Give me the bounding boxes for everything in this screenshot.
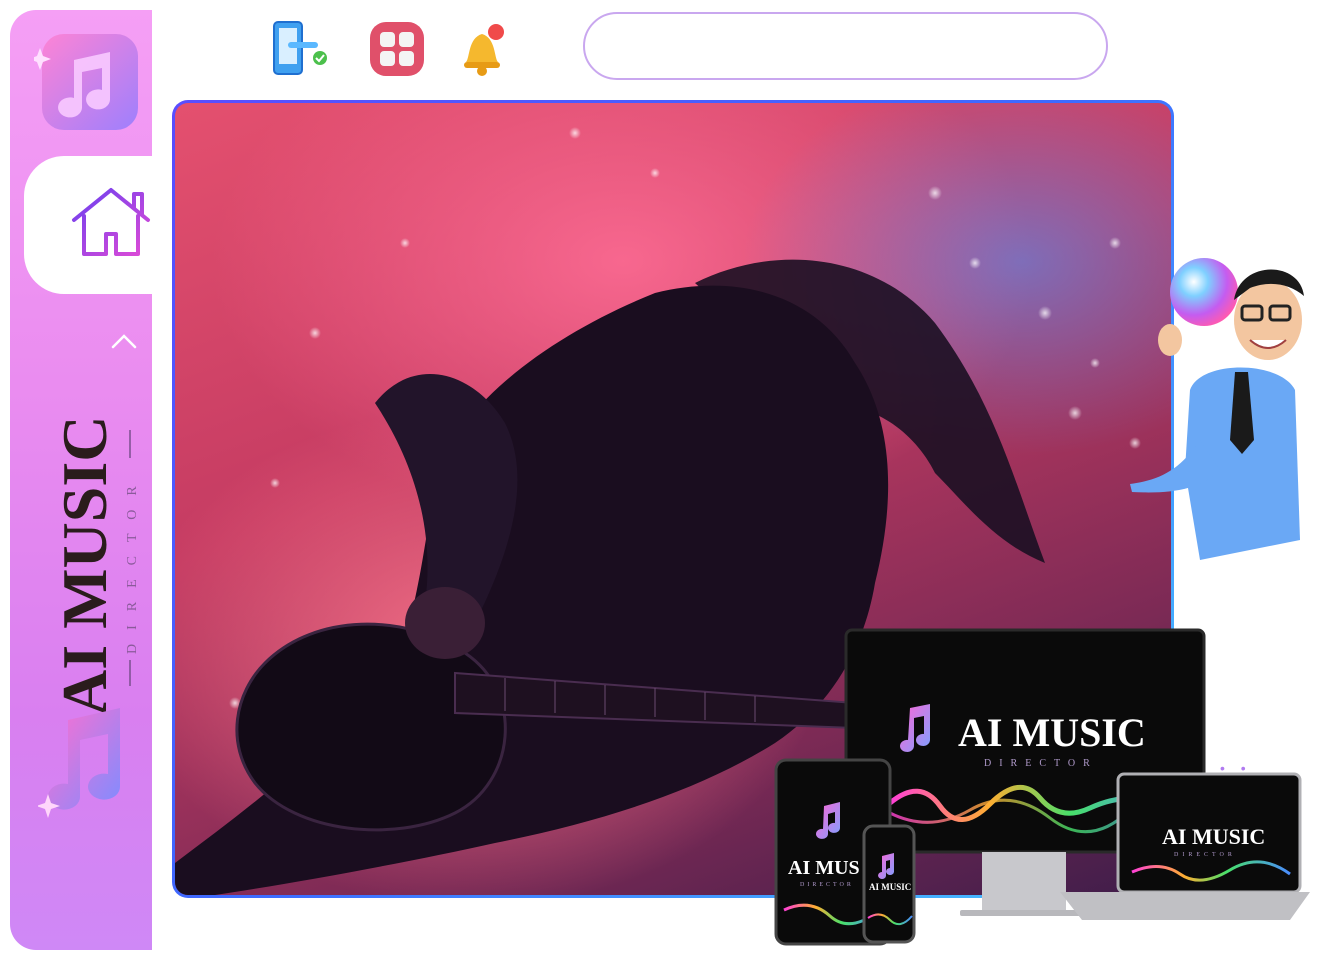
phone-title: AI MUSIC xyxy=(869,882,911,892)
decorative-dots: • • xyxy=(1220,760,1252,776)
device-mockup-image: AI MUSIC DIRECTOR AI MUSIC DIRECTOR AI M… xyxy=(774,628,1310,946)
mobile-check-icon[interactable] xyxy=(268,18,330,80)
brand-title: AI MUSIC xyxy=(49,416,120,716)
page: AI MUSIC DIRECTOR AI MUSIC DIRECTOR AI M… xyxy=(0,0,1320,960)
notification-bell-icon[interactable] xyxy=(452,18,514,80)
search-input[interactable] xyxy=(583,12,1108,80)
sidebar-item-home[interactable] xyxy=(24,156,152,294)
tablet-title: AI MUS xyxy=(788,857,860,879)
brand-subtitle: DIRECTOR xyxy=(125,472,140,654)
brand-vertical-logo: AI MUSIC DIRECTOR xyxy=(49,416,140,716)
mascot-character-image xyxy=(1130,258,1304,560)
music-note-logo-bottom-icon xyxy=(38,708,121,818)
chevron-up-icon[interactable] xyxy=(110,332,138,350)
music-note-logo-icon[interactable] xyxy=(34,30,146,138)
apps-grid-icon[interactable] xyxy=(366,18,428,80)
monitor-subtitle: DIRECTOR xyxy=(984,758,1098,769)
monitor-title: AI MUSIC xyxy=(958,710,1146,755)
sidebar: AI MUSIC DIRECTOR xyxy=(10,10,152,950)
laptop-subtitle: DIRECTOR xyxy=(1174,852,1236,858)
home-icon xyxy=(72,188,150,256)
laptop-title: AI MUSIC xyxy=(1162,824,1265,849)
tablet-subtitle: DIRECTOR xyxy=(800,882,854,888)
